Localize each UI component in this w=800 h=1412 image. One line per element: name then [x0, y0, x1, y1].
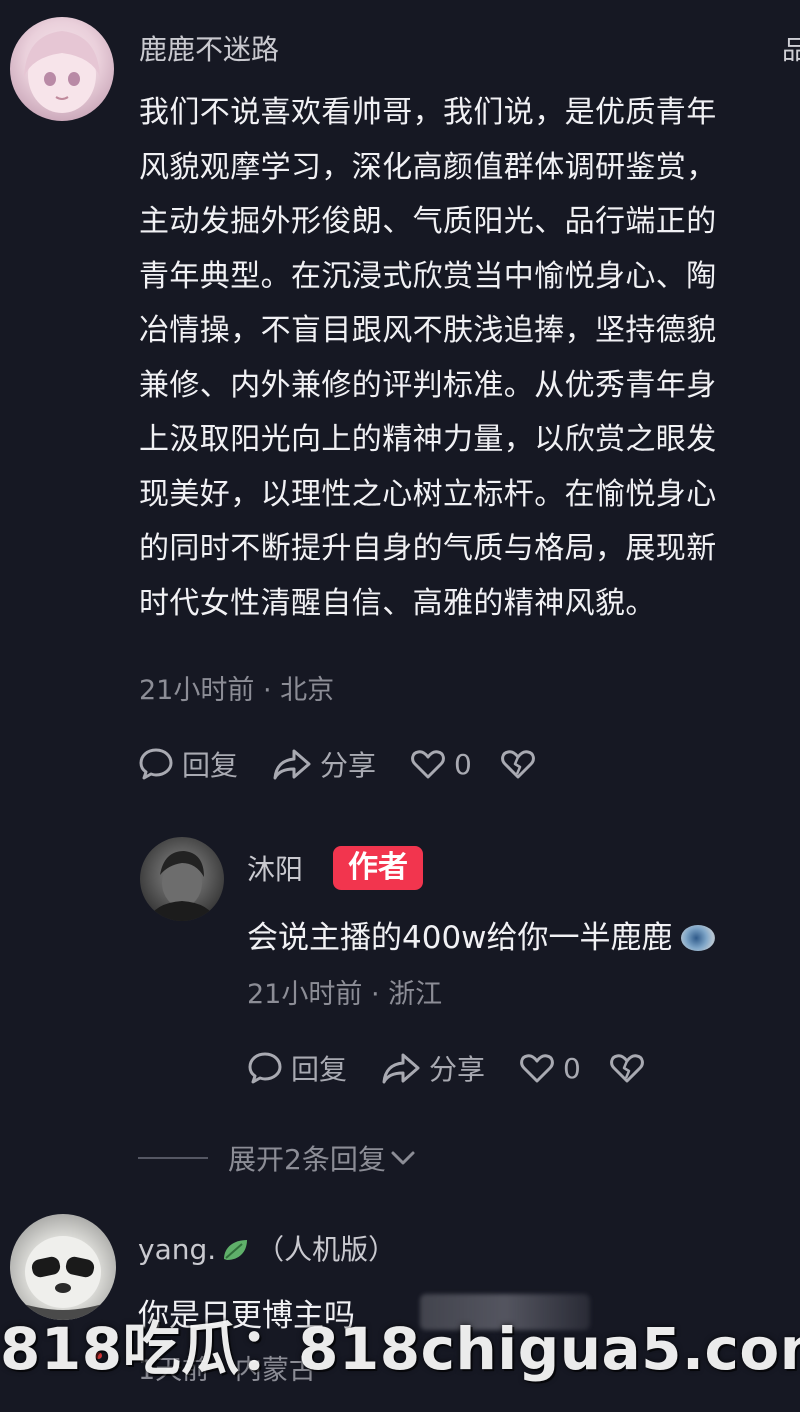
avatar[interactable]: [10, 17, 114, 121]
heart-icon: [520, 1054, 554, 1083]
like-count: 0: [563, 1051, 581, 1085]
reply-actions: 回复 分享 0: [247, 1048, 687, 1088]
username-suffix: （人机版）: [256, 1233, 397, 1266]
dislike-button[interactable]: [609, 1052, 653, 1084]
leaf-icon: [224, 1240, 248, 1260]
share-label: 分享: [320, 749, 377, 782]
username[interactable]: 沐阳: [247, 848, 303, 888]
reply-label: 回复: [182, 749, 239, 782]
heart-icon: [411, 750, 445, 779]
share-button[interactable]: 分享: [272, 744, 376, 784]
comment-line: 冶情操，不盲目跟风不肤浅追捧，坚持德貌: [139, 313, 717, 348]
comment-actions: 回复 分享 0: [138, 744, 578, 784]
comment-line: 主动发掘外形俊朗、气质阳光、品行端正的: [139, 204, 717, 239]
avatar[interactable]: [140, 837, 224, 921]
username-prefix: yang.: [138, 1233, 217, 1266]
comment-thread: 鹿鹿不迷路 品 我们不说喜欢看帅哥，我们说，是优质青年 风貌观摩学习，深化高颜值…: [0, 0, 800, 1412]
divider: [138, 1157, 208, 1159]
watermark: 818吃瓜：818chigua5.com: [0, 1315, 800, 1383]
share-arrow-icon: [273, 749, 311, 780]
emoji-icon: [680, 925, 715, 951]
author-avatar-image: [148, 851, 216, 921]
comment-meta: 21小时前 · 北京: [139, 675, 335, 706]
share-label: 分享: [429, 1053, 486, 1086]
like-button[interactable]: 0: [519, 1052, 581, 1085]
comment-body: 我们不说喜欢看帅哥，我们说，是优质青年 风貌观摩学习，深化高颜值群体调研鉴赏， …: [139, 86, 794, 631]
share-arrow-icon: [382, 1053, 420, 1084]
comment-line: 我们不说喜欢看帅哥，我们说，是优质青年: [139, 95, 717, 130]
reply-button[interactable]: 回复: [138, 744, 238, 784]
comment-line: 上汲取阳光向上的精神力量，以欣赏之眼发: [139, 422, 717, 457]
anime-girl-avatar-image: [24, 31, 100, 113]
dislike-button[interactable]: [500, 748, 544, 780]
reply-meta: 21小时前 · 浙江: [247, 979, 443, 1010]
broken-heart-icon: [500, 750, 535, 779]
author-badge: 作者: [333, 846, 423, 890]
reply-bubble-icon: [139, 748, 173, 780]
username[interactable]: 鹿鹿不迷路: [139, 28, 279, 68]
cropped-edge-text: 品: [782, 36, 800, 66]
comment-line: 青年典型。在沉浸式欣赏当中愉悦身心、陶: [139, 258, 717, 294]
username[interactable]: yang. （人机版）: [138, 1228, 396, 1268]
expand-replies-button[interactable]: 展开2条回复: [138, 1138, 416, 1178]
comment-line: 时代女性清醒自信、高雅的精神风貌。: [139, 585, 656, 621]
share-button[interactable]: 分享: [381, 1048, 485, 1088]
reply-bubble-icon: [248, 1052, 282, 1084]
comment-line: 的同时不断提升自身的气质与格局，展现新: [139, 531, 717, 566]
broken-heart-icon: [609, 1054, 644, 1083]
comment-line: 现美好，以理性之心树立标杆。在愉悦身心: [139, 476, 717, 512]
comment-line: 兼修、内外兼修的评判标准。从优秀青年身: [139, 367, 717, 403]
reply-body: 会说主播的400w给你一半鹿鹿: [247, 912, 715, 957]
reply-label: 回复: [291, 1053, 348, 1086]
like-button[interactable]: 0: [410, 748, 472, 781]
chevron-down-icon: [391, 1151, 415, 1165]
expand-replies-label: 展开2条回复: [228, 1143, 386, 1176]
like-count: 0: [454, 747, 472, 781]
reply-button[interactable]: 回复: [247, 1048, 347, 1088]
comment-line: 风貌观摩学习，深化高颜值群体调研鉴赏，: [139, 149, 717, 185]
reply-text: 会说主播的400w给你一半鹿鹿: [247, 920, 673, 956]
